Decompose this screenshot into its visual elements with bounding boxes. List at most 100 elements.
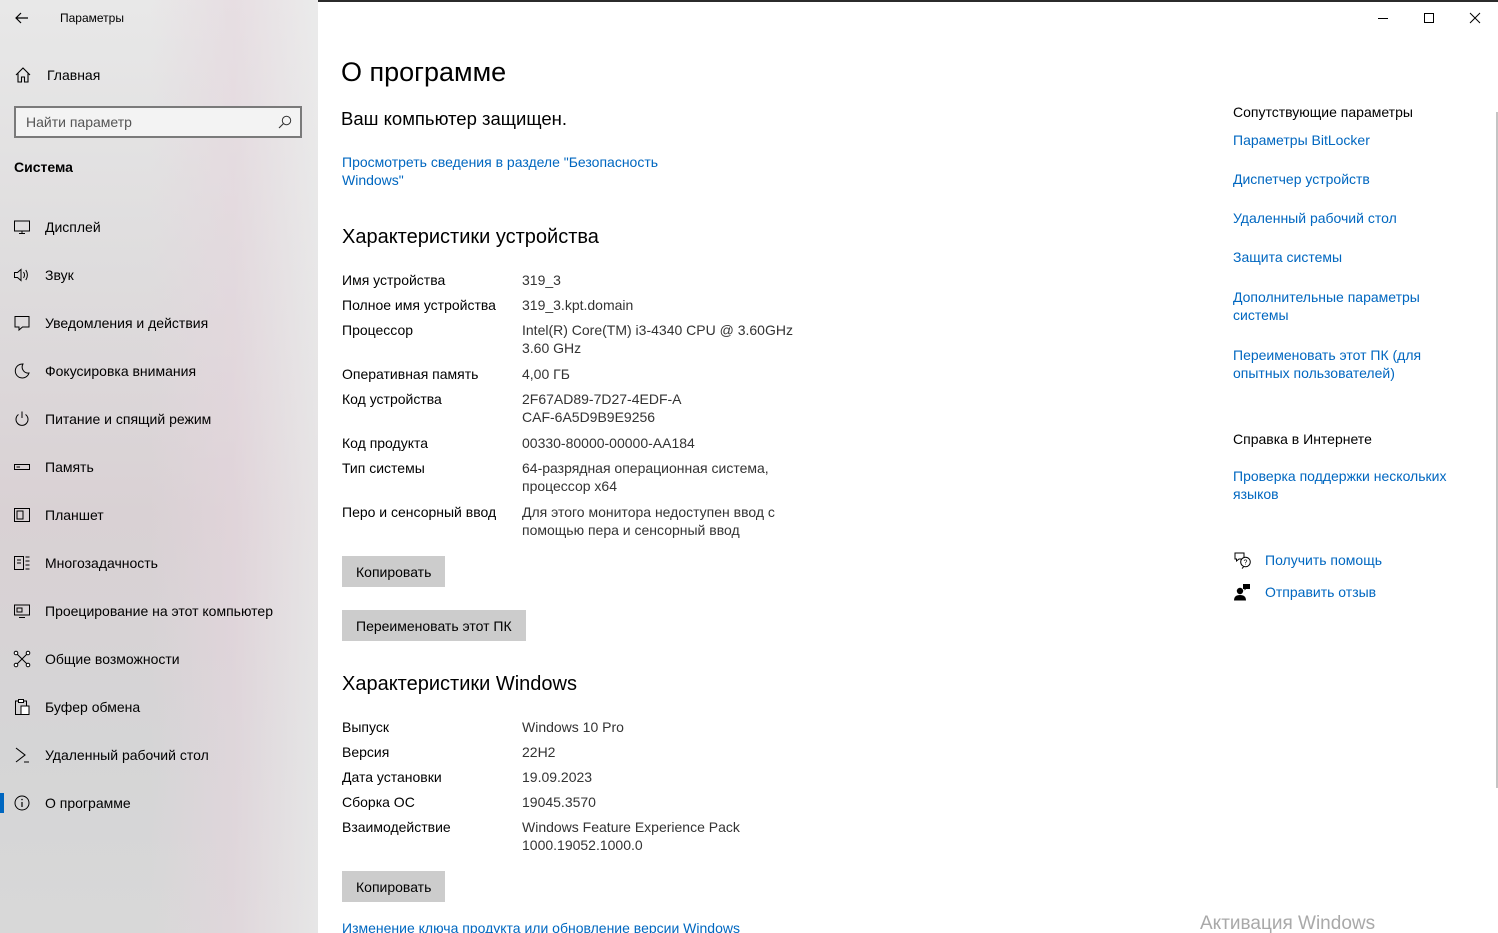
windows-security-link[interactable]: Просмотреть сведения в разделе "Безопасн… [342, 153, 682, 189]
sidebar-item-label: Общие возможности [45, 651, 180, 667]
activation-watermark: Активация Windows [1200, 913, 1376, 933]
section-title: Система [14, 159, 73, 175]
sidebar-item-sound[interactable]: Звук [0, 251, 318, 299]
sidebar-item-label: О программе [45, 795, 131, 811]
spec-value: 4,00 ГБ [522, 366, 570, 382]
storage-icon [13, 458, 31, 476]
spec-row: Код устройства 2F67AD89-7D27-4EDF-ACAF-6… [342, 390, 902, 434]
language-support-link[interactable]: Проверка поддержки нескольких языков [1233, 467, 1463, 503]
multitasking-icon [13, 554, 31, 572]
search-input[interactable] [26, 114, 278, 130]
protection-status: Ваш компьютер защищен. [341, 108, 568, 129]
sidebar-item-focus-assist[interactable]: Фокусировка внимания [0, 347, 318, 395]
sidebar-item-label: Звук [45, 267, 74, 283]
spec-row: Выпуск Windows 10 Pro [342, 718, 902, 743]
remote-desktop-link[interactable]: Удаленный рабочий стол [1233, 209, 1468, 227]
sidebar-item-label: Удаленный рабочий стол [45, 747, 209, 763]
info-icon [13, 794, 31, 812]
sidebar-item-about[interactable]: О программе [0, 779, 318, 827]
sidebar-item-display[interactable]: Дисплей [0, 203, 318, 251]
power-icon [13, 410, 31, 428]
related-settings-heading: Сопутствующие параметры [1233, 104, 1413, 120]
copy-device-specs-button[interactable]: Копировать [342, 556, 446, 587]
spec-value: Windows 10 Pro [522, 719, 624, 735]
app-title: Параметры [60, 11, 124, 25]
spec-key: Перо и сенсорный ввод [342, 504, 497, 520]
sidebar: Параметры Главная Система Дисплей Звук У… [0, 0, 318, 933]
device-manager-link[interactable]: Диспетчер устройств [1233, 170, 1468, 188]
spec-row: Дата установки 19.09.2023 [342, 768, 902, 793]
sidebar-item-label: Многозадачность [45, 555, 158, 571]
spec-value: Для этого монитора недоступен ввод с пом… [522, 504, 775, 538]
spec-value: Intel(R) Core(TM) i3-4340 CPU @ 3.60GHz … [522, 322, 793, 356]
spec-key: Выпуск [342, 719, 389, 735]
spec-key: Оперативная память [342, 366, 479, 382]
rename-pc-advanced-link[interactable]: Переименовать этот ПК (для опытных польз… [1233, 346, 1433, 382]
device-specs-list: Имя устройства 319_3 Полное имя устройст… [342, 271, 902, 547]
spec-value: 22H2 [522, 744, 556, 760]
sidebar-item-label: Буфер обмена [45, 699, 141, 715]
get-help-label: Получить помощь [1265, 552, 1383, 568]
sidebar-item-label: Память [45, 459, 94, 475]
projecting-icon [13, 602, 31, 620]
spec-key: Процессор [342, 322, 414, 338]
rename-pc-button[interactable]: Переименовать этот ПК [342, 610, 526, 641]
back-arrow-icon [15, 12, 28, 24]
get-help-link[interactable]: ? Получить помощь [1233, 551, 1382, 569]
help-chat-icon: ? [1234, 552, 1251, 569]
titlebar-left: Параметры [0, 0, 318, 36]
spec-value: 00330-80000-00000-AA184 [522, 435, 695, 451]
sidebar-item-storage[interactable]: Память [0, 443, 318, 491]
send-feedback-link[interactable]: Отправить отзыв [1233, 583, 1376, 601]
back-button[interactable] [0, 0, 44, 36]
sidebar-item-label: Питание и спящий режим [45, 411, 212, 427]
spec-value: Windows Feature Experience Pack 1000.190… [522, 819, 740, 853]
home-label: Главная [47, 67, 101, 83]
spec-row: Процессор Intel(R) Core(TM) i3-4340 CPU … [342, 321, 902, 365]
sidebar-item-projecting[interactable]: Проецирование на этот компьютер [0, 587, 318, 635]
search-icon[interactable] [278, 115, 292, 129]
bitlocker-link[interactable]: Параметры BitLocker [1233, 131, 1468, 149]
spec-value: 64-разрядная операционная система, проце… [522, 460, 769, 494]
search-box[interactable] [14, 106, 302, 138]
sidebar-item-notifications[interactable]: Уведомления и действия [0, 299, 318, 347]
system-protection-link[interactable]: Защита системы [1233, 248, 1468, 266]
minimize-icon [1378, 18, 1388, 19]
windows-specs-heading: Характеристики Windows [342, 673, 577, 695]
sidebar-item-power[interactable]: Питание и спящий режим [0, 395, 318, 443]
sidebar-item-label: Фокусировка внимания [45, 363, 197, 379]
home-link[interactable]: Главная [0, 58, 318, 92]
change-product-key-link[interactable]: Изменение ключа продукта или обновление … [342, 920, 740, 933]
spec-row: Полное имя устройства 319_3.kpt.domain [342, 296, 902, 321]
sidebar-item-label: Дисплей [45, 219, 101, 235]
sidebar-item-tablet[interactable]: Планшет [0, 491, 318, 539]
spec-key: Имя устройства [342, 272, 446, 288]
svg-text:?: ? [1244, 560, 1248, 567]
web-help-heading: Справка в Интернете [1233, 431, 1372, 447]
sidebar-item-label: Проецирование на этот компьютер [45, 603, 273, 619]
window-controls [1360, 2, 1498, 36]
sidebar-item-multitasking[interactable]: Многозадачность [0, 539, 318, 587]
home-icon [15, 67, 31, 83]
main-content: О программе Ваш компьютер защищен. Просм… [318, 0, 1498, 933]
minimize-button[interactable] [1360, 2, 1406, 34]
maximize-button[interactable] [1406, 2, 1452, 34]
sidebar-item-clipboard[interactable]: Буфер обмена [0, 683, 318, 731]
spec-row: Имя устройства 319_3 [342, 271, 902, 296]
spec-row: Взаимодействие Windows Feature Experienc… [342, 818, 902, 862]
remote-desktop-icon [13, 746, 31, 764]
page-title: О программе [341, 57, 507, 87]
tablet-icon [13, 506, 31, 524]
advanced-system-settings-link[interactable]: Дополнительные параметры системы [1233, 288, 1433, 324]
sidebar-item-remote-desktop[interactable]: Удаленный рабочий стол [0, 731, 318, 779]
sidebar-item-shared-experiences[interactable]: Общие возможности [0, 635, 318, 683]
close-button[interactable] [1452, 2, 1498, 34]
spec-value: 19.09.2023 [522, 769, 593, 785]
moon-icon [13, 362, 31, 380]
clipboard-icon [13, 698, 31, 716]
sidebar-item-label: Уведомления и действия [45, 315, 209, 331]
copy-windows-specs-button[interactable]: Копировать [342, 871, 446, 902]
spec-value: 2F67AD89-7D27-4EDF-ACAF-6A5D9B9E9256 [522, 391, 682, 425]
spec-key: Дата установки [342, 769, 442, 785]
spec-row: Оперативная память 4,00 ГБ [342, 365, 902, 390]
